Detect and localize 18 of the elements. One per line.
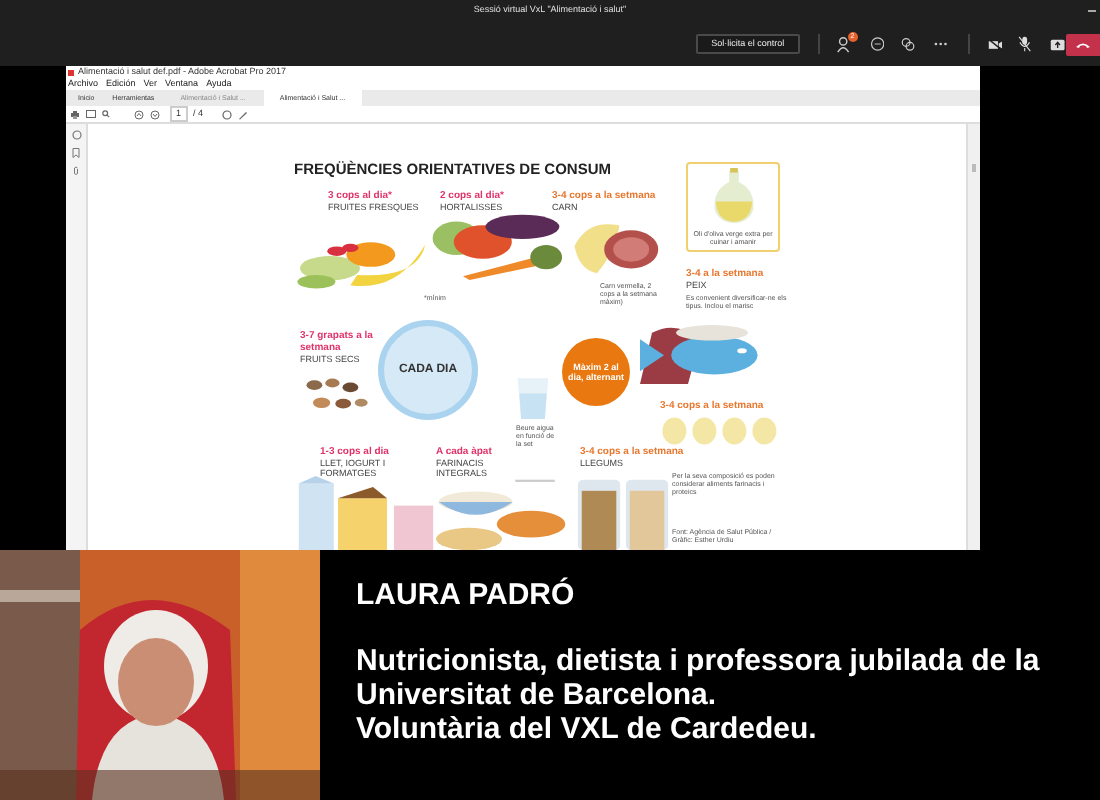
camera-off-icon[interactable] — [987, 37, 1003, 51]
microphone-off-icon[interactable] — [1018, 36, 1033, 52]
speaker-name: LAURA PADRÓ — [356, 578, 577, 614]
bio-line: Nutricionista, dietista i professora jubilada de la — [356, 644, 1040, 678]
scrollbar[interactable] — [966, 124, 980, 550]
bio-line: Universitat de Barcelona. — [356, 678, 719, 712]
search-icon[interactable] — [102, 110, 110, 118]
paperclip-icon[interactable] — [72, 166, 80, 176]
hang-up-button[interactable] — [1065, 33, 1100, 55]
next-page-icon[interactable] — [150, 109, 160, 119]
pdf-icon — [68, 69, 74, 75]
mail-icon[interactable] — [86, 110, 96, 118]
previous-page-icon[interactable] — [134, 109, 144, 119]
bookmark-icon[interactable] — [72, 148, 80, 158]
link-icon[interactable] — [900, 36, 917, 52]
phone-icon — [1075, 41, 1090, 47]
share-screen-icon[interactable] — [1050, 37, 1066, 51]
bio-line: Voluntària del VXL de Cardedeu. — [356, 712, 819, 746]
